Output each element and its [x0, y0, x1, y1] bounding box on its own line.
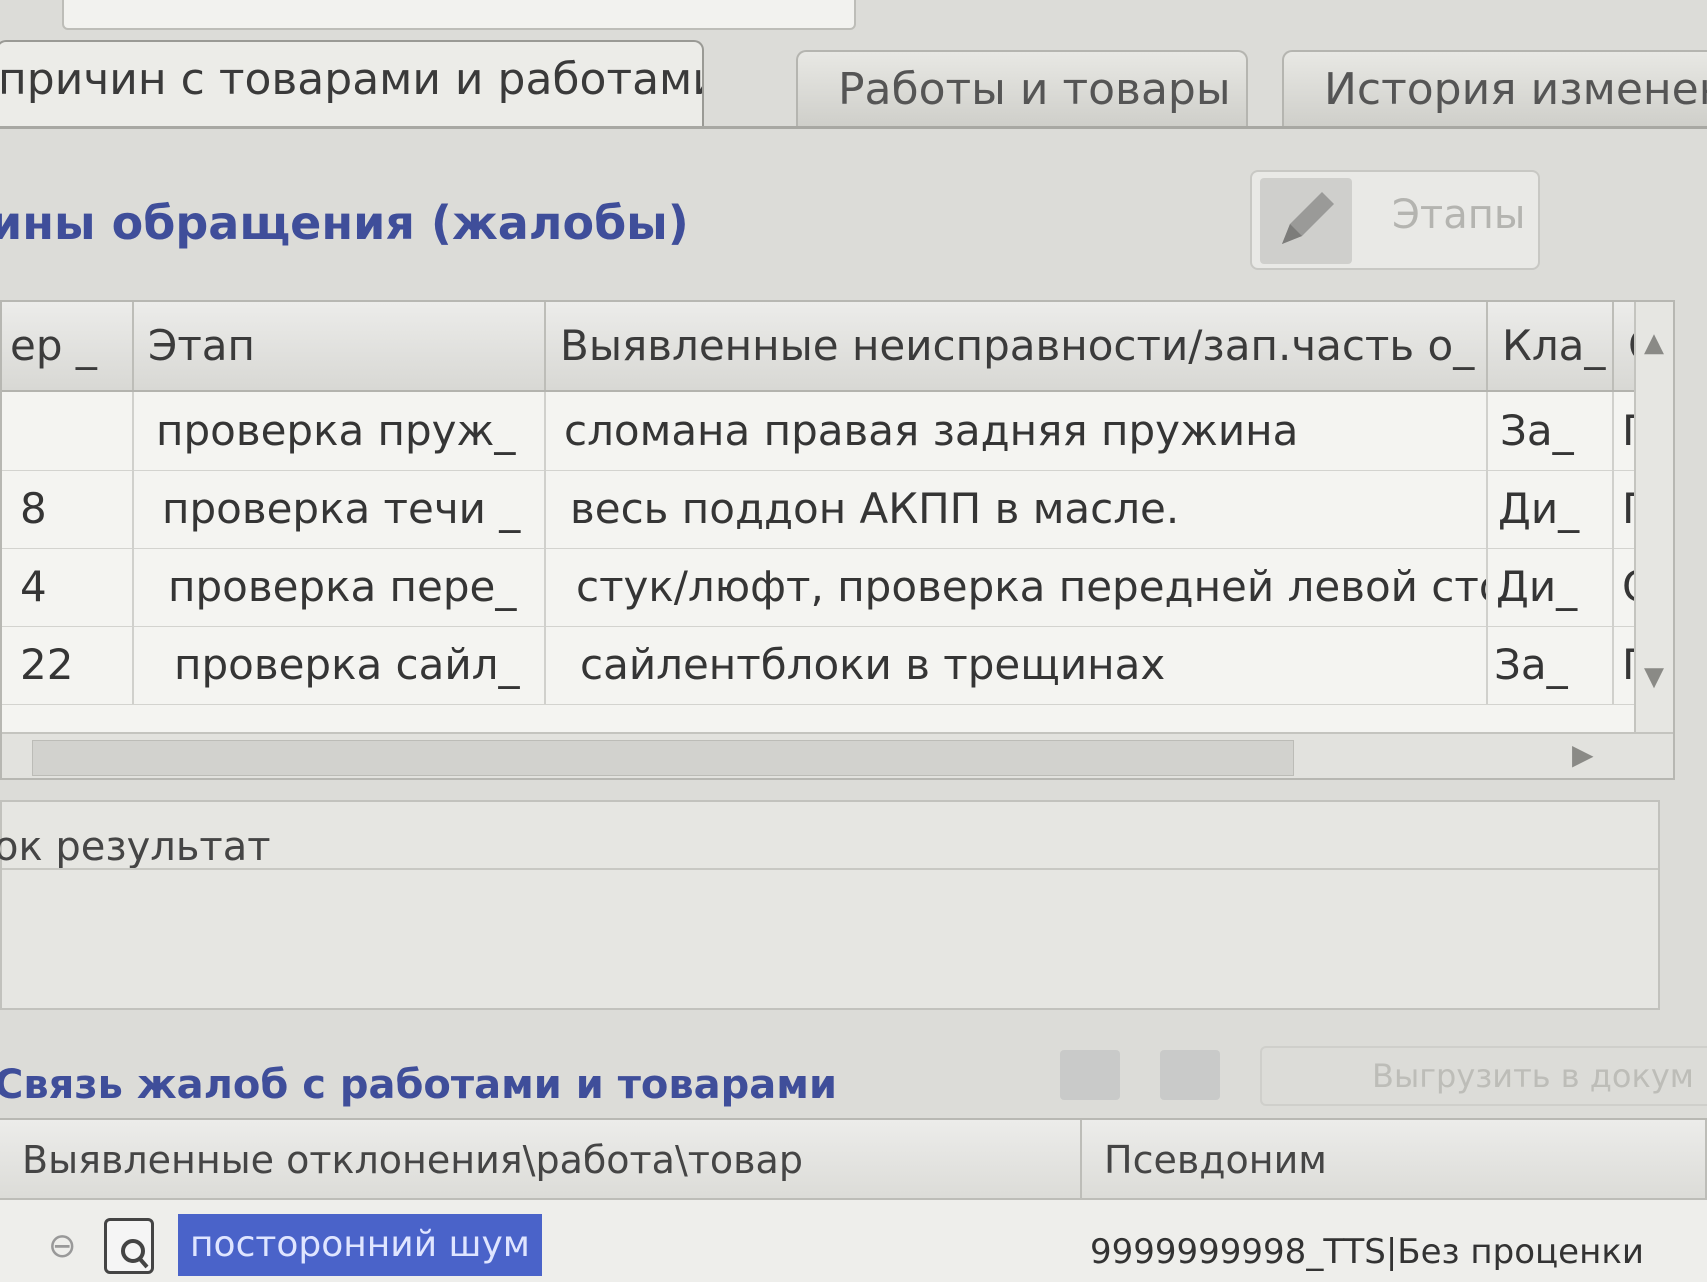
- row-number: [2, 392, 134, 470]
- tab-complaints-links[interactable]: причин с товарами и работами: [0, 40, 704, 128]
- complaints-grid: ер _ Этап Выявленные неисправности/зап.ч…: [0, 300, 1675, 780]
- scroll-up-icon[interactable]: ▲: [1644, 328, 1664, 358]
- export-to-document-button[interactable]: Выгрузить в докум: [1260, 1046, 1707, 1106]
- tab-bar: причин с товарами и работами Работы и то…: [0, 40, 1707, 130]
- row-defect: весь поддон АКПП в масле.: [546, 470, 1488, 548]
- column-header-stage[interactable]: Этап: [134, 302, 546, 390]
- document-search-icon: [104, 1218, 154, 1274]
- collapse-icon[interactable]: ⊖: [48, 1226, 77, 1266]
- table-row[interactable]: 22 проверка сайл_ сайлентблоки в трещина…: [2, 626, 1673, 705]
- scroll-down-icon[interactable]: ▼: [1644, 662, 1664, 692]
- column-header-number[interactable]: ер _: [2, 302, 134, 390]
- row-number: 8: [2, 470, 134, 548]
- row-number: 22: [2, 626, 134, 704]
- result-label: ок результат: [0, 824, 271, 870]
- table-row[interactable]: проверка пруж_ сломана правая задняя пру…: [2, 392, 1673, 471]
- links-grid: Выявленные отклонения\работа\товар Псевд…: [0, 1118, 1707, 1282]
- table-row[interactable]: ⊖ посторонний шум 9999999998_TTS|Без про…: [0, 1204, 1707, 1282]
- tab-divider: [0, 126, 1707, 129]
- column-header-class[interactable]: Кла_: [1488, 302, 1614, 390]
- row-stage: проверка течи _: [134, 470, 546, 548]
- row-defect: сломана правая задняя пружина: [546, 392, 1488, 470]
- complaints-grid-header: ер _ Этап Выявленные неисправности/зап.ч…: [2, 302, 1673, 392]
- row-defect: стук/люфт, проверка передней левой сто_: [546, 548, 1488, 626]
- row-stage: проверка пруж_: [134, 392, 546, 470]
- complaints-section-title: ины обращения (жалобы): [0, 196, 689, 250]
- vertical-scrollbar[interactable]: ▲ ▼: [1634, 302, 1673, 732]
- alias-value: 9999999998_TTS|Без проценки: [1090, 1232, 1644, 1272]
- row-class: За_: [1488, 392, 1614, 470]
- row-class: Ди_: [1488, 548, 1614, 626]
- tab-change-history[interactable]: История изменений: [1282, 50, 1707, 126]
- top-link[interactable]: [895, 0, 1235, 16]
- row-class: За_: [1488, 626, 1614, 704]
- result-panel: ок результат: [0, 800, 1660, 1010]
- toolbar-copy-icon[interactable]: [1060, 1050, 1120, 1100]
- row-number: 4: [2, 548, 134, 626]
- links-section-title: Связь жалоб с работами и товарами: [0, 1062, 838, 1108]
- stages-button[interactable]: Этапы: [1250, 170, 1540, 270]
- tab-works-goods[interactable]: Работы и товары: [796, 50, 1248, 126]
- row-stage: проверка сайл_: [134, 626, 546, 704]
- horizontal-scroll-thumb[interactable]: [32, 740, 1294, 776]
- row-stage: проверка пере_: [134, 548, 546, 626]
- row-class: Ди_: [1488, 470, 1614, 548]
- stages-button-label: Этапы: [1392, 192, 1526, 238]
- table-row[interactable]: 4 проверка пере_ стук/люфт, проверка пер…: [2, 548, 1673, 627]
- row-defect: сайлентблоки в трещинах: [546, 626, 1488, 704]
- column-header-alias[interactable]: Псевдоним: [1082, 1120, 1707, 1200]
- links-toolbar: Выгрузить в докум: [1060, 1046, 1707, 1106]
- table-row[interactable]: 8 проверка течи _ весь поддон АКПП в мас…: [2, 470, 1673, 549]
- scroll-right-icon[interactable]: ▶: [1572, 738, 1594, 771]
- pencil-icon: [1260, 178, 1352, 264]
- result-divider: [2, 868, 1658, 870]
- selected-tree-item[interactable]: посторонний шум: [178, 1214, 542, 1276]
- toolbar-paste-icon[interactable]: [1160, 1050, 1220, 1100]
- column-header-deviations[interactable]: Выявленные отклонения\работа\товар: [0, 1120, 1082, 1200]
- column-header-defects[interactable]: Выявленные неисправности/зап.часть о_: [546, 302, 1488, 390]
- horizontal-scrollbar[interactable]: ▶: [2, 732, 1673, 778]
- top-input-field[interactable]: [62, 0, 856, 30]
